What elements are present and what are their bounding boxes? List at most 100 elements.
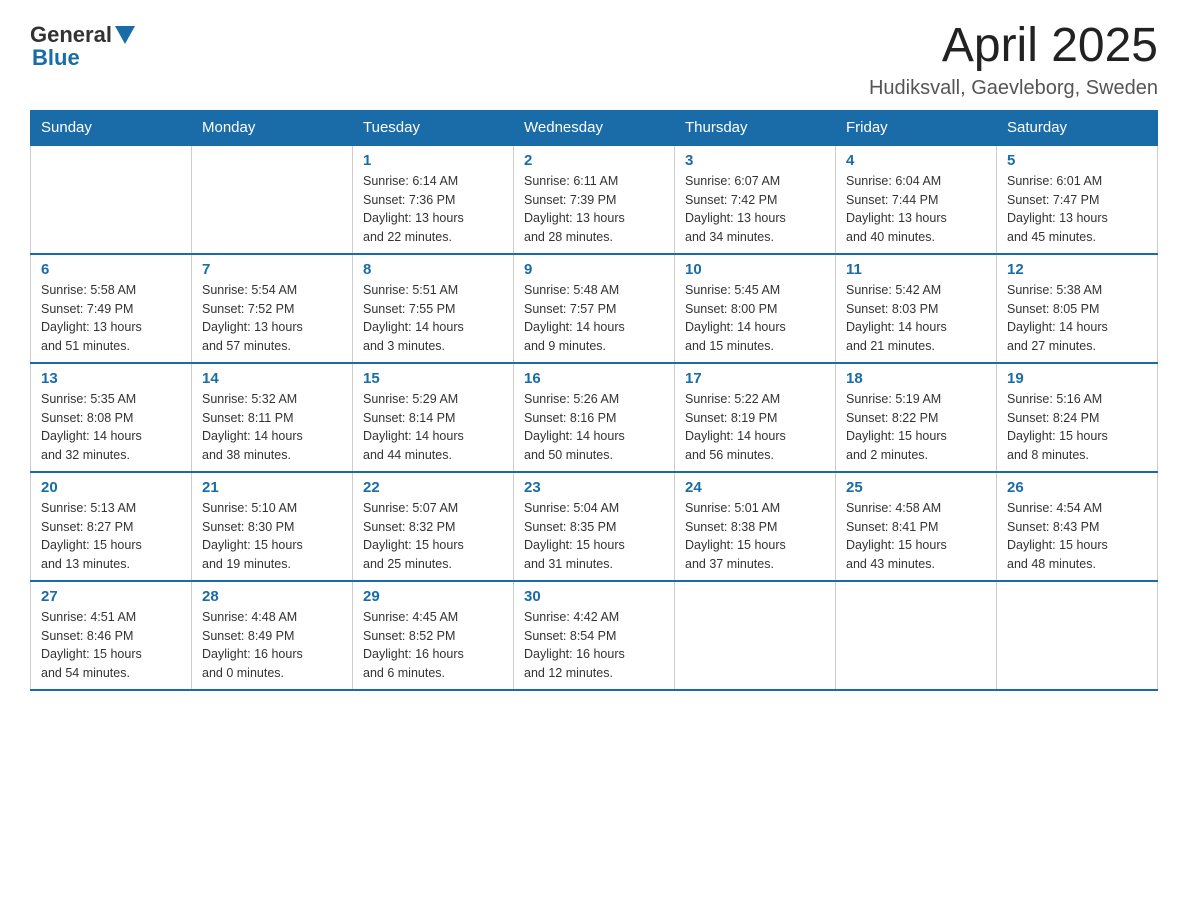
- calendar-cell: 30 Sunrise: 4:42 AM Sunset: 8:54 PM Dayli…: [514, 581, 675, 690]
- day-number: 7: [202, 261, 342, 278]
- calendar-cell: 11 Sunrise: 5:42 AM Sunset: 8:03 PM Dayli…: [836, 254, 997, 363]
- day-info: Sunrise: 5:32 AM Sunset: 8:11 PM Dayligh…: [202, 390, 342, 465]
- calendar-cell: 17 Sunrise: 5:22 AM Sunset: 8:19 PM Dayli…: [675, 363, 836, 472]
- day-info: Sunrise: 4:42 AM Sunset: 8:54 PM Dayligh…: [524, 608, 664, 683]
- day-info: Sunrise: 6:07 AM Sunset: 7:42 PM Dayligh…: [685, 172, 825, 247]
- day-number: 21: [202, 479, 342, 496]
- day-number: 12: [1007, 261, 1147, 278]
- day-info: Sunrise: 5:01 AM Sunset: 8:38 PM Dayligh…: [685, 499, 825, 574]
- day-info: Sunrise: 6:14 AM Sunset: 7:36 PM Dayligh…: [363, 172, 503, 247]
- calendar-cell: [836, 581, 997, 690]
- calendar-header-row: SundayMondayTuesdayWednesdayThursdayFrid…: [31, 110, 1158, 145]
- day-number: 28: [202, 588, 342, 605]
- day-info: Sunrise: 4:45 AM Sunset: 8:52 PM Dayligh…: [363, 608, 503, 683]
- calendar-cell: 20 Sunrise: 5:13 AM Sunset: 8:27 PM Dayli…: [31, 472, 192, 581]
- day-number: 22: [363, 479, 503, 496]
- day-number: 30: [524, 588, 664, 605]
- day-number: 5: [1007, 152, 1147, 169]
- day-number: 11: [846, 261, 986, 278]
- calendar-header-friday: Friday: [836, 110, 997, 145]
- day-info: Sunrise: 5:16 AM Sunset: 8:24 PM Dayligh…: [1007, 390, 1147, 465]
- day-info: Sunrise: 6:01 AM Sunset: 7:47 PM Dayligh…: [1007, 172, 1147, 247]
- logo: General Blue: [30, 20, 135, 71]
- day-number: 1: [363, 152, 503, 169]
- day-info: Sunrise: 5:07 AM Sunset: 8:32 PM Dayligh…: [363, 499, 503, 574]
- day-info: Sunrise: 5:45 AM Sunset: 8:00 PM Dayligh…: [685, 281, 825, 356]
- calendar-cell: 18Sunrise: 5:19 AM Sunset: 8:22 PM Dayli…: [836, 363, 997, 472]
- day-number: 19: [1007, 370, 1147, 387]
- title-section: April 2025 Hudiksvall, Gaevleborg, Swede…: [869, 20, 1158, 100]
- day-number: 29: [363, 588, 503, 605]
- calendar-header-sunday: Sunday: [31, 110, 192, 145]
- day-number: 9: [524, 261, 664, 278]
- logo-blue: Blue: [30, 45, 80, 71]
- calendar-week-row: 1 Sunrise: 6:14 AM Sunset: 7:36 PM Daylig…: [31, 145, 1158, 254]
- calendar-cell: 6Sunrise: 5:58 AM Sunset: 7:49 PM Daylig…: [31, 254, 192, 363]
- calendar-cell: 9Sunrise: 5:48 AM Sunset: 7:57 PM Daylig…: [514, 254, 675, 363]
- page-subtitle: Hudiksvall, Gaevleborg, Sweden: [869, 77, 1158, 100]
- calendar-cell: 22 Sunrise: 5:07 AM Sunset: 8:32 PM Dayli…: [353, 472, 514, 581]
- calendar-cell: 29 Sunrise: 4:45 AM Sunset: 8:52 PM Dayli…: [353, 581, 514, 690]
- day-info: Sunrise: 5:10 AM Sunset: 8:30 PM Dayligh…: [202, 499, 342, 574]
- calendar-week-row: 13 Sunrise: 5:35 AM Sunset: 8:08 PM Dayli…: [31, 363, 1158, 472]
- day-info: Sunrise: 5:29 AM Sunset: 8:14 PM Dayligh…: [363, 390, 503, 465]
- day-number: 25: [846, 479, 986, 496]
- day-number: 17: [685, 370, 825, 387]
- day-info: Sunrise: 6:11 AM Sunset: 7:39 PM Dayligh…: [524, 172, 664, 247]
- day-number: 13: [41, 370, 181, 387]
- day-info: Sunrise: 5:38 AM Sunset: 8:05 PM Dayligh…: [1007, 281, 1147, 356]
- logo-general: General: [30, 22, 112, 48]
- calendar-cell: 27Sunrise: 4:51 AM Sunset: 8:46 PM Dayli…: [31, 581, 192, 690]
- calendar-cell: 5 Sunrise: 6:01 AM Sunset: 7:47 PM Daylig…: [997, 145, 1158, 254]
- day-number: 27: [41, 588, 181, 605]
- calendar-cell: 16 Sunrise: 5:26 AM Sunset: 8:16 PM Dayli…: [514, 363, 675, 472]
- day-info: Sunrise: 5:35 AM Sunset: 8:08 PM Dayligh…: [41, 390, 181, 465]
- calendar-header-tuesday: Tuesday: [353, 110, 514, 145]
- calendar-week-row: 6Sunrise: 5:58 AM Sunset: 7:49 PM Daylig…: [31, 254, 1158, 363]
- day-info: Sunrise: 4:58 AM Sunset: 8:41 PM Dayligh…: [846, 499, 986, 574]
- day-number: 4: [846, 152, 986, 169]
- day-number: 14: [202, 370, 342, 387]
- day-info: Sunrise: 4:48 AM Sunset: 8:49 PM Dayligh…: [202, 608, 342, 683]
- calendar-cell: 8Sunrise: 5:51 AM Sunset: 7:55 PM Daylig…: [353, 254, 514, 363]
- calendar-cell: 24 Sunrise: 5:01 AM Sunset: 8:38 PM Dayli…: [675, 472, 836, 581]
- day-number: 18: [846, 370, 986, 387]
- calendar-cell: [192, 145, 353, 254]
- calendar-cell: 25 Sunrise: 4:58 AM Sunset: 8:41 PM Dayli…: [836, 472, 997, 581]
- day-number: 15: [363, 370, 503, 387]
- calendar-cell: 15 Sunrise: 5:29 AM Sunset: 8:14 PM Dayli…: [353, 363, 514, 472]
- calendar-cell: 4 Sunrise: 6:04 AM Sunset: 7:44 PM Daylig…: [836, 145, 997, 254]
- page-title: April 2025: [869, 20, 1158, 73]
- day-info: Sunrise: 5:42 AM Sunset: 8:03 PM Dayligh…: [846, 281, 986, 356]
- calendar-cell: 26 Sunrise: 4:54 AM Sunset: 8:43 PM Dayli…: [997, 472, 1158, 581]
- calendar-cell: 7 Sunrise: 5:54 AM Sunset: 7:52 PM Daylig…: [192, 254, 353, 363]
- calendar-cell: 3 Sunrise: 6:07 AM Sunset: 7:42 PM Daylig…: [675, 145, 836, 254]
- day-info: Sunrise: 5:58 AM Sunset: 7:49 PM Dayligh…: [41, 281, 181, 356]
- calendar-cell: 21 Sunrise: 5:10 AM Sunset: 8:30 PM Dayli…: [192, 472, 353, 581]
- day-number: 2: [524, 152, 664, 169]
- calendar-cell: 10 Sunrise: 5:45 AM Sunset: 8:00 PM Dayli…: [675, 254, 836, 363]
- day-info: Sunrise: 5:54 AM Sunset: 7:52 PM Dayligh…: [202, 281, 342, 356]
- calendar-week-row: 27Sunrise: 4:51 AM Sunset: 8:46 PM Dayli…: [31, 581, 1158, 690]
- day-number: 3: [685, 152, 825, 169]
- day-info: Sunrise: 6:04 AM Sunset: 7:44 PM Dayligh…: [846, 172, 986, 247]
- day-number: 20: [41, 479, 181, 496]
- day-info: Sunrise: 5:13 AM Sunset: 8:27 PM Dayligh…: [41, 499, 181, 574]
- calendar-cell: 19 Sunrise: 5:16 AM Sunset: 8:24 PM Dayli…: [997, 363, 1158, 472]
- day-number: 8: [363, 261, 503, 278]
- logo-triangle-icon: [115, 26, 135, 44]
- day-number: 26: [1007, 479, 1147, 496]
- day-number: 24: [685, 479, 825, 496]
- day-info: Sunrise: 5:04 AM Sunset: 8:35 PM Dayligh…: [524, 499, 664, 574]
- calendar-table: SundayMondayTuesdayWednesdayThursdayFrid…: [30, 110, 1158, 691]
- calendar-header-wednesday: Wednesday: [514, 110, 675, 145]
- calendar-cell: [675, 581, 836, 690]
- day-number: 16: [524, 370, 664, 387]
- calendar-cell: 23Sunrise: 5:04 AM Sunset: 8:35 PM Dayli…: [514, 472, 675, 581]
- day-info: Sunrise: 5:22 AM Sunset: 8:19 PM Dayligh…: [685, 390, 825, 465]
- day-number: 10: [685, 261, 825, 278]
- calendar-header-thursday: Thursday: [675, 110, 836, 145]
- calendar-cell: [997, 581, 1158, 690]
- day-info: Sunrise: 5:26 AM Sunset: 8:16 PM Dayligh…: [524, 390, 664, 465]
- day-info: Sunrise: 4:54 AM Sunset: 8:43 PM Dayligh…: [1007, 499, 1147, 574]
